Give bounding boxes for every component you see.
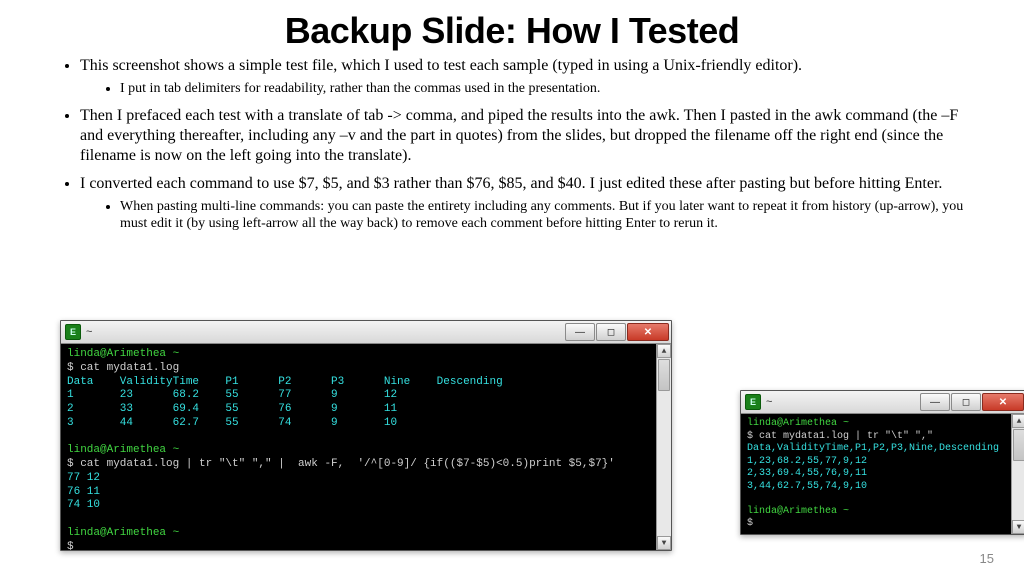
maximize-button[interactable]: ◻ — [596, 323, 626, 341]
bullet-3: I converted each command to use $7, $5, … — [80, 174, 964, 233]
maximize-button[interactable]: ◻ — [951, 393, 981, 411]
bullet-list: This screenshot shows a simple test file… — [80, 56, 964, 233]
window-title-1: ~ — [86, 326, 564, 338]
window-title-2: ~ — [766, 396, 919, 408]
terminal-body-2: ▲ ▼ linda@Arimethea ~ $ cat mydata1.log … — [741, 414, 1024, 534]
bullet-3-text: I converted each command to use $7, $5, … — [80, 175, 942, 192]
close-button[interactable]: ✕ — [982, 393, 1024, 411]
slide-title: Backup Slide: How I Tested — [60, 10, 964, 52]
scroll-up-icon[interactable]: ▲ — [657, 344, 671, 358]
scroll-down-icon[interactable]: ▼ — [1012, 520, 1024, 534]
scroll-down-icon[interactable]: ▼ — [657, 536, 671, 550]
bullet-3a: When pasting multi-line commands: you ca… — [120, 198, 964, 233]
minimize-button[interactable]: — — [565, 323, 595, 341]
close-button[interactable]: ✕ — [627, 323, 669, 341]
cygwin-icon: E — [65, 324, 81, 340]
minimize-button[interactable]: — — [920, 393, 950, 411]
terminal-output-1: linda@Arimethea ~ $ cat mydata1.log Data… — [67, 348, 665, 554]
bullet-1a: I put in tab delimiters for readability,… — [120, 80, 964, 98]
scroll-thumb[interactable] — [1013, 429, 1024, 461]
bullet-1: This screenshot shows a simple test file… — [80, 56, 964, 98]
page-number: 15 — [980, 551, 994, 566]
terminal-window-1: E ~ — ◻ ✕ ▲ ▼ linda@Arimethea ~ $ cat my… — [60, 320, 672, 551]
slide: Backup Slide: How I Tested This screensh… — [0, 0, 1024, 576]
terminal-body-1: ▲ ▼ linda@Arimethea ~ $ cat mydata1.log … — [61, 344, 671, 550]
terminal-window-2: E ~ — ◻ ✕ ▲ ▼ linda@Arimethea ~ $ cat my… — [740, 390, 1024, 535]
scrollbar-2[interactable]: ▲ ▼ — [1011, 414, 1024, 534]
bullet-1-text: This screenshot shows a simple test file… — [80, 57, 802, 74]
scroll-thumb[interactable] — [658, 359, 670, 391]
scrollbar-1[interactable]: ▲ ▼ — [656, 344, 671, 550]
titlebar-2: E ~ — ◻ ✕ — [741, 391, 1024, 414]
scroll-up-icon[interactable]: ▲ — [1012, 414, 1024, 428]
cygwin-icon: E — [745, 394, 761, 410]
bullet-2: Then I prefaced each test with a transla… — [80, 106, 964, 166]
terminal-output-2: linda@Arimethea ~ $ cat mydata1.log | tr… — [747, 418, 1020, 531]
titlebar-1: E ~ — ◻ ✕ — [61, 321, 671, 344]
